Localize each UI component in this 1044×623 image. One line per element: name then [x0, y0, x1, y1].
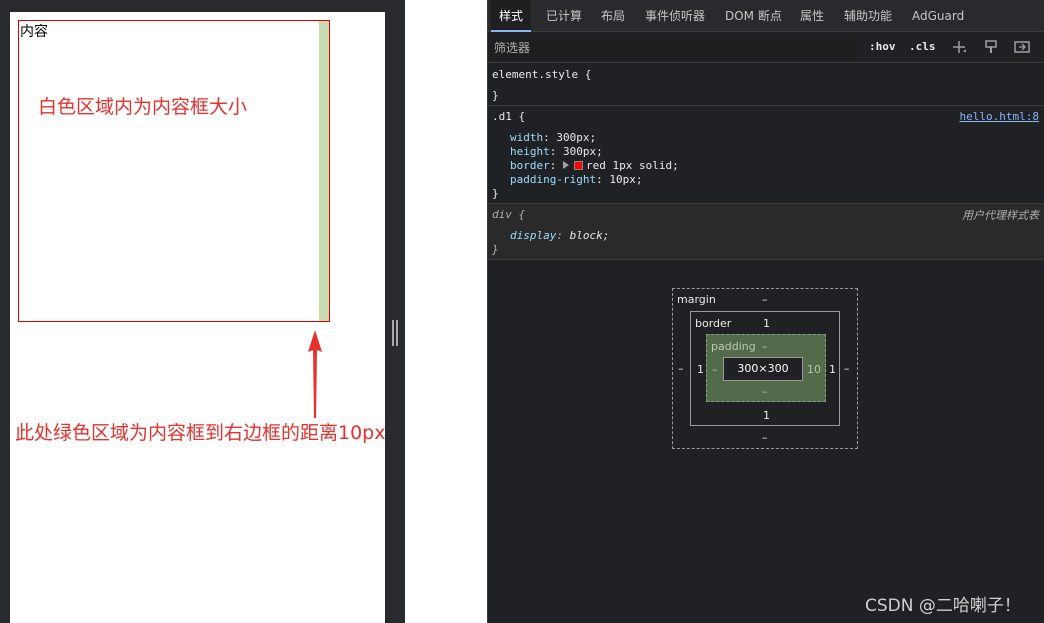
panel-resize-handle[interactable] [392, 320, 398, 346]
rule-close-brace: } [492, 89, 499, 102]
decl-display: display: block; [510, 229, 610, 242]
rule-d1: .d1 { hello.html:8 width: 300px; height:… [488, 106, 1044, 204]
decl-width[interactable]: width: 300px; [510, 131, 596, 144]
border-right-value[interactable]: 1 [829, 363, 836, 376]
arrow-up-icon [308, 330, 322, 418]
tab-adguard[interactable]: AdGuard [904, 0, 972, 32]
border-left-value[interactable]: 1 [697, 363, 704, 376]
padding-top-value[interactable]: – [762, 340, 768, 353]
paint-brush-icon[interactable] [982, 38, 1000, 56]
rendered-page: 内容 白色区域内为内容框大小 此处绿色区域为内容框到右边框的距离10px [10, 12, 385, 623]
tab-computed[interactable]: 已计算 [538, 0, 590, 32]
decl-height[interactable]: height: 300px; [510, 145, 603, 158]
tab-dom-breakpoints[interactable]: DOM 断点 [717, 0, 790, 32]
padding-label: padding [711, 340, 756, 353]
content-area: 内容 [19, 21, 319, 321]
csdn-watermark: CSDN @二哈喇子！ [865, 596, 1021, 616]
rule-element-style: element.style { } [488, 64, 1044, 106]
annotation-green-area: 此处绿色区域为内容框到右边框的距离10px [15, 422, 386, 444]
box-model-padding[interactable]: padding – – 10 – 300×300 [706, 334, 826, 402]
devtools-tabbar: 样式 已计算 布局 事件侦听器 DOM 断点 属性 辅助功能 AdGuard [488, 0, 1044, 32]
expand-triangle-icon[interactable] [563, 161, 569, 169]
browser-viewport: 内容 白色区域内为内容框大小 此处绿色区域为内容框到右边框的距离10px [0, 0, 405, 623]
padding-bottom-value[interactable]: – [762, 385, 768, 398]
new-style-rule-icon[interactable] [950, 38, 968, 56]
rule-user-agent-div: div { 用户代理样式表 display: block; } [488, 204, 1044, 260]
rule-selector[interactable]: .d1 { [492, 110, 525, 123]
margin-top-value[interactable]: – [762, 293, 768, 306]
border-top-value[interactable]: 1 [763, 317, 770, 330]
cls-toggle[interactable]: .cls [909, 40, 936, 53]
box-text: 内容 [20, 24, 48, 40]
decl-padding-right[interactable]: padding-right: 10px; [510, 173, 642, 186]
devtools-panel: 样式 已计算 布局 事件侦听器 DOM 断点 属性 辅助功能 AdGuard :… [487, 0, 1044, 623]
rule-close-brace: } [492, 187, 499, 200]
user-agent-stylesheet-label: 用户代理样式表 [962, 209, 1039, 222]
padding-left-value[interactable]: – [712, 363, 718, 376]
margin-right-value[interactable]: – [844, 362, 850, 375]
tab-layout[interactable]: 布局 [593, 0, 633, 32]
toggle-sidebar-icon[interactable] [1013, 38, 1031, 56]
source-link[interactable]: hello.html:8 [960, 110, 1039, 123]
padding-right-area [319, 21, 329, 321]
box-model-margin[interactable]: margin – – – – border 1 1 1 1 padding – … [672, 288, 858, 449]
tab-styles[interactable]: 样式 [491, 0, 532, 32]
box-model-border[interactable]: border 1 1 1 1 padding – – 10 – 300×300 [690, 311, 840, 426]
tab-properties[interactable]: 属性 [792, 0, 832, 32]
box-model-content-size[interactable]: 300×300 [723, 357, 803, 381]
padding-right-value[interactable]: 10 [807, 363, 821, 376]
rule-selector: div { [492, 208, 526, 221]
decl-border[interactable]: border: red 1px solid; [510, 159, 679, 172]
styles-filter-input[interactable] [490, 36, 856, 60]
rule-selector[interactable]: element.style { [492, 68, 591, 81]
tab-accessibility[interactable]: 辅助功能 [836, 0, 900, 32]
margin-label: margin [677, 293, 716, 306]
tab-event-listeners[interactable]: 事件侦听器 [637, 0, 713, 32]
hov-toggle[interactable]: :hov [869, 40, 896, 53]
border-bottom-value[interactable]: 1 [763, 409, 770, 422]
border-label: border [695, 317, 732, 330]
demo-div-d1: 内容 [18, 20, 330, 322]
rule-close-brace: } [492, 243, 499, 256]
styles-filter-bar: :hov .cls [488, 33, 1044, 63]
annotation-white-area: 白色区域内为内容框大小 [38, 96, 248, 118]
color-swatch[interactable] [574, 161, 583, 170]
margin-bottom-value[interactable]: – [762, 431, 768, 444]
margin-left-value[interactable]: – [678, 362, 684, 375]
